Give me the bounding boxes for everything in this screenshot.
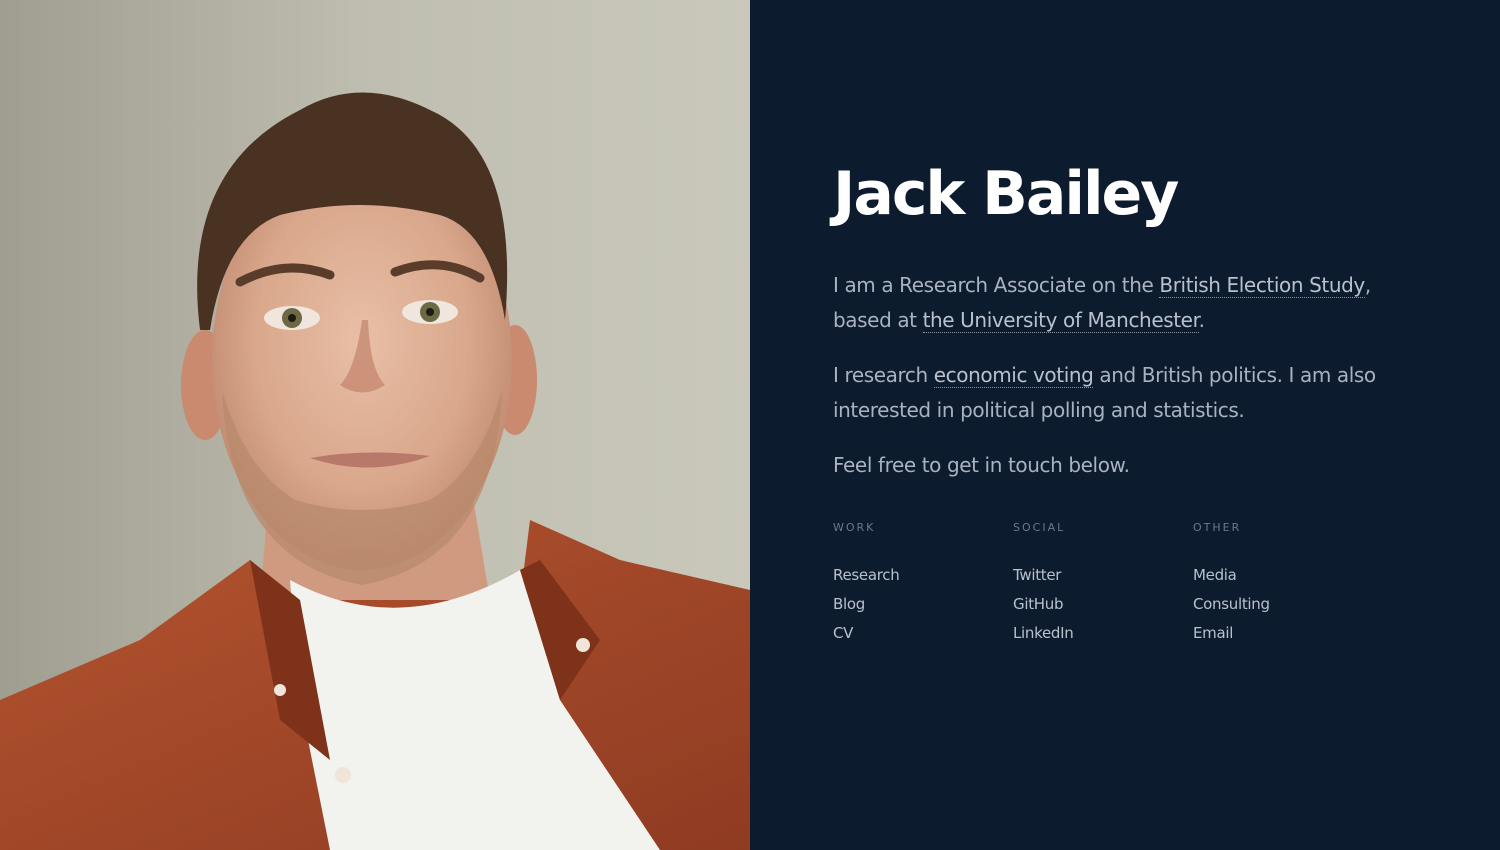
bio-paragraph-2: I research economic voting and British p… xyxy=(833,358,1423,428)
bio-text: , xyxy=(1364,273,1371,297)
content-panel: Jack Bailey I am a Research Associate on… xyxy=(750,0,1500,850)
twitter-link[interactable]: Twitter xyxy=(1013,561,1193,590)
bio-paragraph-3: Feel free to get in touch below. xyxy=(833,453,1130,477)
other-heading: OTHER xyxy=(1193,521,1242,534)
media-link[interactable]: Media xyxy=(1193,561,1373,590)
portrait-photo-icon xyxy=(0,0,750,850)
bio-text: based at xyxy=(833,308,923,332)
british-election-study-link[interactable]: British Election Study xyxy=(1159,273,1365,298)
content-inner: Jack Bailey I am a Research Associate on… xyxy=(833,150,1423,648)
page: Jack Bailey I am a Research Associate on… xyxy=(0,0,1500,850)
github-link[interactable]: GitHub xyxy=(1013,590,1193,619)
page-title: Jack Bailey xyxy=(833,159,1179,229)
bio-text: I am a Research Associate on the xyxy=(833,273,1160,297)
linkedin-link[interactable]: LinkedIn xyxy=(1013,619,1193,648)
social-heading: SOCIAL xyxy=(1013,521,1066,534)
bio-paragraph-1: I am a Research Associate on the British… xyxy=(833,268,1423,338)
cv-link[interactable]: CV xyxy=(833,619,1013,648)
consulting-link[interactable]: Consulting xyxy=(1193,590,1373,619)
work-links: WORK Research Blog CV xyxy=(833,521,1013,648)
bio-text: I research xyxy=(833,363,934,387)
social-links: SOCIAL Twitter GitHub LinkedIn xyxy=(1013,521,1193,648)
work-heading: WORK xyxy=(833,521,876,534)
email-link[interactable]: Email xyxy=(1193,619,1373,648)
university-of-manchester-link[interactable]: the University of Manchester xyxy=(922,308,1199,333)
other-links: OTHER Media Consulting Email xyxy=(1193,521,1373,648)
blog-link[interactable]: Blog xyxy=(833,590,1013,619)
link-columns: WORK Research Blog CV SOCIAL Twitter Git… xyxy=(833,521,1423,648)
bio-text: . xyxy=(1198,308,1205,332)
research-link[interactable]: Research xyxy=(833,561,1013,590)
profile-photo xyxy=(0,0,750,850)
economic-voting-link[interactable]: economic voting xyxy=(933,363,1094,388)
